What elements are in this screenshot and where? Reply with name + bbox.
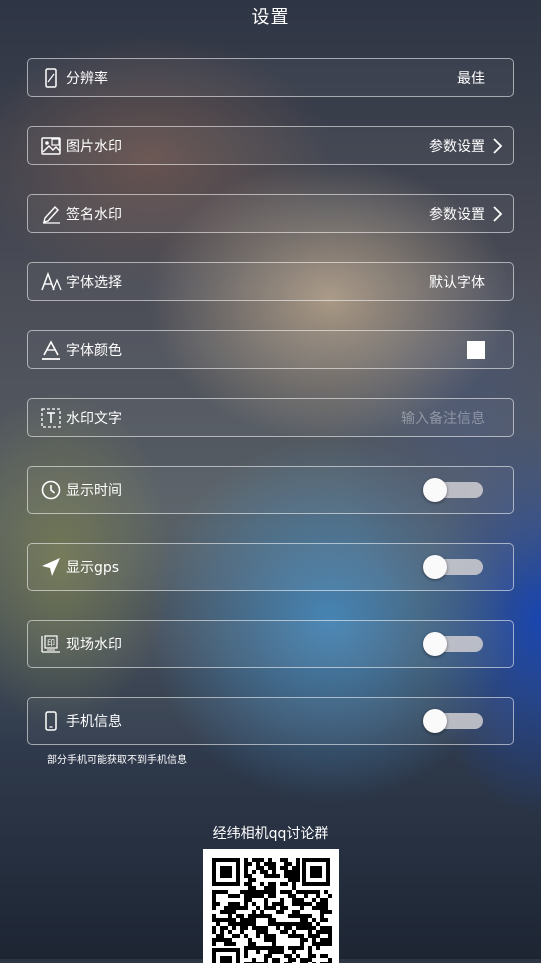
setting-show-gps[interactable]: 显示gps [27,543,514,591]
chevron-right-icon [491,205,503,223]
toggle-knob [423,478,447,502]
font-color-icon [40,339,62,361]
image-watermark-icon [40,135,62,157]
setting-watermark-text[interactable]: 水印文字 输入备注信息 [27,398,514,437]
text-box-icon [40,407,62,429]
setting-watermark-text-label: 水印文字 [66,410,122,427]
setting-resolution[interactable]: 分辨率 最佳 [27,58,514,97]
setting-font-color-label: 字体颜色 [66,342,122,359]
setting-font-select-label: 字体选择 [66,274,122,291]
watermark-text-input[interactable]: 输入备注信息 [401,408,485,428]
phone-info-note: 部分手机可能获取不到手机信息 [47,755,187,766]
qr-code [203,849,339,963]
setting-font-color[interactable]: 字体颜色 [27,330,514,369]
qr-title: 经纬相机qq讨论群 [212,826,329,842]
setting-signature-watermark-label: 签名水印 [66,206,122,223]
svg-text:印: 印 [47,639,55,648]
setting-font-select[interactable]: 字体选择 默认字体 [27,262,514,301]
phone-icon [40,710,62,732]
setting-image-watermark-value: 参数设置 [429,138,485,155]
toggle-knob [423,632,447,656]
setting-signature-watermark[interactable]: 签名水印 参数设置 [27,194,514,233]
phone-info-toggle[interactable] [423,709,485,733]
setting-phone-info-label: 手机信息 [66,714,122,730]
setting-image-watermark-label: 图片水印 [66,138,122,155]
stamp-icon: 印 [40,633,62,655]
clock-icon [40,479,62,501]
chevron-right-icon [491,137,503,155]
location-arrow-icon [40,556,62,578]
setting-resolution-value: 最佳 [457,70,485,87]
setting-signature-watermark-value: 参数设置 [429,206,485,223]
setting-show-gps-label: 显示gps [66,560,120,576]
show-time-toggle[interactable] [423,478,485,502]
setting-site-watermark-label: 现场水印 [66,637,122,653]
show-gps-toggle[interactable] [423,555,485,579]
site-watermark-toggle[interactable] [423,632,485,656]
setting-show-time[interactable]: 显示时间 [27,466,514,514]
pen-signature-icon [40,203,62,225]
page-title: 设置 [251,7,290,28]
setting-image-watermark[interactable]: 图片水印 参数设置 [27,126,514,165]
setting-site-watermark[interactable]: 印 现场水印 [27,620,514,668]
toggle-knob [423,709,447,733]
toggle-knob [423,555,447,579]
font-icon [40,271,62,293]
setting-font-select-value: 默认字体 [429,274,485,291]
font-color-swatch[interactable] [467,340,485,359]
setting-phone-info[interactable]: 手机信息 [27,697,514,745]
setting-show-time-label: 显示时间 [66,483,122,499]
setting-resolution-label: 分辨率 [66,70,108,87]
phone-screen-icon [40,67,62,89]
